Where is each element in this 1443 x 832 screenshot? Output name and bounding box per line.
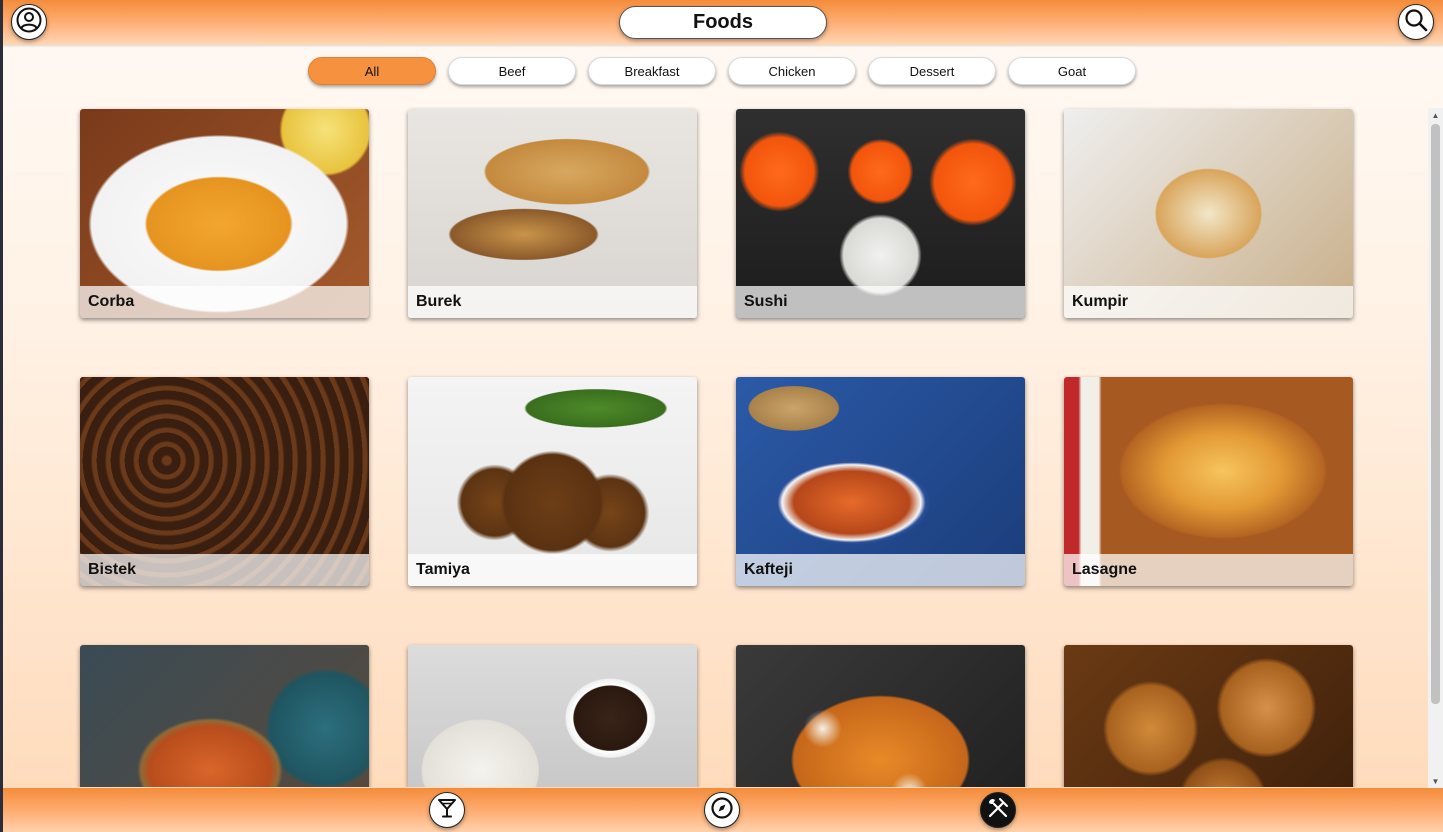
food-card[interactable]: Corba: [80, 109, 369, 318]
chip-all[interactable]: All: [308, 57, 436, 85]
food-image: [1064, 645, 1353, 787]
food-card[interactable]: [736, 645, 1025, 787]
chip-beef[interactable]: Beef: [448, 57, 576, 85]
food-card[interactable]: Burek: [408, 109, 697, 318]
nav-foods-button[interactable]: [980, 792, 1016, 828]
nav-explore-button[interactable]: [704, 792, 740, 828]
chip-breakfast[interactable]: Breakfast: [588, 57, 716, 85]
food-name: Lasagne: [1064, 554, 1353, 586]
nav-drinks-button[interactable]: [429, 792, 465, 828]
food-card[interactable]: Kafteji: [736, 377, 1025, 586]
compass-icon: [710, 796, 734, 825]
food-card[interactable]: [1064, 645, 1353, 787]
food-card[interactable]: Tamiya: [408, 377, 697, 586]
food-card[interactable]: Bistek: [80, 377, 369, 586]
food-image: [736, 645, 1025, 787]
chip-dessert[interactable]: Dessert: [868, 57, 996, 85]
cocktail-glass-icon: [436, 797, 458, 824]
food-name: Kafteji: [736, 554, 1025, 586]
food-card[interactable]: Kumpir: [1064, 109, 1353, 318]
food-card[interactable]: Sushi: [736, 109, 1025, 318]
food-card[interactable]: [80, 645, 369, 787]
fork-knife-icon: [985, 795, 1011, 826]
food-name: Burek: [408, 286, 697, 318]
vertical-scrollbar[interactable]: ▲ ▼: [1428, 108, 1443, 788]
food-card[interactable]: Lasagne: [1064, 377, 1353, 586]
bottom-nav: [3, 788, 1443, 832]
search-icon: [1403, 7, 1429, 38]
search-button[interactable]: [1398, 4, 1434, 40]
food-image: [80, 645, 369, 787]
top-bar: Foods: [3, 0, 1443, 45]
food-name: Sushi: [736, 286, 1025, 318]
page-title: Foods: [619, 6, 827, 39]
scroll-down-icon[interactable]: ▼: [1428, 774, 1443, 788]
user-circle-icon: [16, 7, 42, 38]
app-window: Foods All Beef Breakfast Chicken Dessert…: [3, 0, 1443, 832]
food-name: Kumpir: [1064, 286, 1353, 318]
profile-button[interactable]: [11, 4, 47, 40]
chip-goat[interactable]: Goat: [1008, 57, 1136, 85]
food-name: Bistek: [80, 554, 369, 586]
food-card[interactable]: [408, 645, 697, 787]
food-name: Corba: [80, 286, 369, 318]
scroll-up-icon[interactable]: ▲: [1428, 108, 1443, 122]
food-image: [408, 645, 697, 787]
food-grid: Corba Burek Sushi Kumpir Bistek Tamiya K…: [3, 95, 1427, 787]
food-name: Tamiya: [408, 554, 697, 586]
scroll-thumb[interactable]: [1431, 124, 1440, 704]
chip-chicken[interactable]: Chicken: [728, 57, 856, 85]
